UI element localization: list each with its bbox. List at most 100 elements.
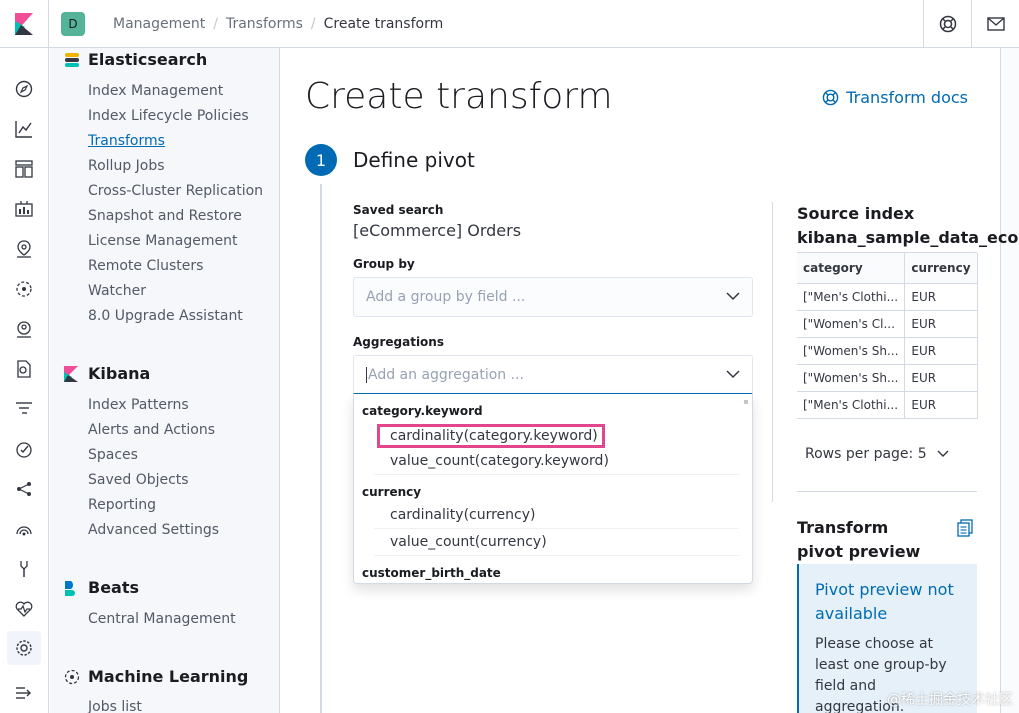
table-cell: EUR — [904, 364, 978, 392]
canvas-icon[interactable] — [12, 197, 36, 221]
ml-icon[interactable] — [12, 277, 36, 301]
option-cardinality-currency[interactable]: cardinality(currency) — [374, 502, 739, 529]
management-sidebar: Elasticsearch Index Management Index Lif… — [50, 48, 280, 713]
siem-icon[interactable] — [12, 517, 36, 541]
kibana-logo[interactable] — [0, 0, 49, 48]
sidebar-item-index-patterns[interactable]: Index Patterns — [88, 397, 189, 413]
dev-tools-icon[interactable] — [12, 557, 36, 581]
section-machine-learning: Machine Learning — [64, 667, 248, 686]
source-index-name: kibana_sample_data_ecomme — [797, 228, 1019, 247]
dropdown-group-category-keyword: category.keyword — [362, 404, 483, 418]
sidebar-item-alerts-actions[interactable]: Alerts and Actions — [88, 422, 215, 438]
breadcrumb-management[interactable]: Management — [113, 16, 205, 32]
sidebar-item-remote-clusters[interactable]: Remote Clusters — [88, 258, 203, 274]
collapse-nav-icon[interactable] — [12, 681, 36, 705]
page-title: Create transform — [305, 76, 613, 117]
rows-per-page-button[interactable]: Rows per page: 5 — [805, 446, 949, 462]
transform-docs-label: Transform docs — [846, 88, 968, 107]
sidebar-item-saved-objects[interactable]: Saved Objects — [88, 472, 189, 488]
option-cardinality-category-keyword[interactable]: cardinality(category.keyword) — [377, 424, 605, 448]
help-button[interactable] — [923, 0, 971, 48]
apm-icon[interactable] — [12, 397, 36, 421]
aggregations-placeholder: Add an aggregation ... — [368, 366, 524, 383]
kibana-icon — [64, 365, 80, 382]
newsfeed-button[interactable] — [971, 0, 1019, 48]
infrastructure-icon[interactable] — [12, 317, 36, 341]
sidebar-item-snapshot-restore[interactable]: Snapshot and Restore — [88, 208, 242, 224]
source-index-title: Source index — [797, 204, 915, 223]
group-by-label: Group by — [353, 257, 415, 271]
option-value-count-currency[interactable]: value_count(currency) — [374, 529, 739, 556]
breadcrumb-current: Create transform — [323, 15, 444, 32]
sidebar-item-transforms[interactable]: Transforms — [88, 133, 165, 149]
section-beats: Beats — [64, 578, 139, 597]
breadcrumb-transforms[interactable]: Transforms — [226, 16, 303, 32]
discover-compass-icon[interactable] — [12, 77, 36, 101]
visualize-chart-icon[interactable] — [12, 117, 36, 141]
breadcrumb-separator: / — [213, 15, 218, 32]
kibana-logo-icon — [15, 12, 33, 35]
table-cell: EUR — [904, 337, 978, 365]
elasticsearch-icon — [64, 52, 80, 68]
group-by-combobox[interactable]: Add a group by field ... — [353, 277, 753, 317]
uptime-icon[interactable] — [12, 437, 36, 461]
management-gear-icon[interactable] — [7, 631, 41, 665]
sidebar-item-watcher[interactable]: Watcher — [88, 283, 146, 299]
chevron-down-icon[interactable] — [726, 369, 740, 379]
aggregations-combobox[interactable]: Add an aggregation ... — [353, 355, 753, 395]
aggregations-label: Aggregations — [353, 335, 444, 349]
sidebar-item-central-management[interactable]: Central Management — [88, 611, 236, 627]
dashboard-icon[interactable] — [12, 157, 36, 181]
monitoring-icon[interactable] — [12, 597, 36, 621]
sidebar-item-cross-cluster-replication[interactable]: Cross-Cluster Replication — [88, 183, 263, 199]
rows-per-page-label: Rows per page: 5 — [805, 446, 927, 462]
table-cell: ["Women's Sh... — [797, 364, 906, 392]
dropdown-scrollbar[interactable] — [744, 400, 748, 404]
machine-learning-icon — [64, 669, 80, 685]
watermark-text: @稀土掘金技术社区 — [887, 692, 1013, 708]
callout-title: Pivot preview not available — [815, 580, 954, 623]
logs-icon[interactable] — [12, 357, 36, 381]
sidebar-item-upgrade-assistant[interactable]: 8.0 Upgrade Assistant — [88, 308, 243, 324]
section-title-beats: Beats — [88, 578, 140, 597]
text-caret — [366, 366, 367, 383]
transform-docs-link[interactable]: Transform docs — [822, 88, 968, 107]
section-divider — [797, 491, 977, 492]
sidebar-item-spaces[interactable]: Spaces — [88, 447, 138, 463]
space-avatar[interactable]: D — [61, 11, 85, 36]
pivot-preview-title: Transform pivot preview — [797, 518, 921, 561]
table-cell: ["Women's Sh... — [797, 337, 906, 365]
beats-icon — [64, 580, 80, 596]
sidebar-item-license-management[interactable]: License Management — [88, 233, 237, 249]
column-header-category[interactable]: category — [797, 253, 906, 284]
table-cell: EUR — [904, 310, 978, 338]
nav-rail — [0, 48, 49, 713]
breadcrumb-separator: / — [310, 15, 316, 32]
option-value-count-category-keyword[interactable]: value_count(category.keyword) — [374, 448, 739, 475]
sidebar-item-rollup-jobs[interactable]: Rollup Jobs — [88, 158, 165, 174]
graph-icon[interactable] — [12, 477, 36, 501]
sidebar-item-reporting[interactable]: Reporting — [88, 497, 156, 513]
table-row: ["Women's Sh... EUR — [797, 337, 978, 365]
chevron-down-icon[interactable] — [726, 291, 740, 301]
maps-icon[interactable] — [12, 237, 36, 261]
sidebar-item-advanced-settings[interactable]: Advanced Settings — [88, 522, 219, 538]
help-lifebuoy-icon — [822, 89, 839, 106]
table-cell: EUR — [904, 283, 978, 311]
saved-search-value: [eCommerce] Orders — [353, 221, 522, 240]
column-header-currency[interactable]: currency — [904, 253, 978, 284]
copy-clipboard-icon[interactable] — [957, 519, 973, 537]
dropdown-group-currency: currency — [362, 485, 422, 499]
table-cell: ["Women's Cl... — [797, 310, 906, 338]
table-row: ["Men's Clothi... EUR — [797, 391, 978, 419]
section-kibana: Kibana — [64, 364, 150, 383]
top-header: D Management / Transforms / Create trans… — [0, 0, 1019, 48]
sidebar-item-index-lifecycle-policies[interactable]: Index Lifecycle Policies — [88, 108, 249, 124]
source-index-table: category currency ["Men's Clothi... EUR … — [797, 252, 978, 419]
table-row: ["Women's Cl... EUR — [797, 310, 978, 338]
saved-search-label: Saved search — [353, 203, 444, 217]
sidebar-item-jobs-list[interactable]: Jobs list — [88, 699, 142, 713]
sidebar-item-index-management[interactable]: Index Management — [88, 83, 223, 99]
step-number-badge: 1 — [305, 144, 337, 176]
table-cell: EUR — [904, 391, 978, 419]
